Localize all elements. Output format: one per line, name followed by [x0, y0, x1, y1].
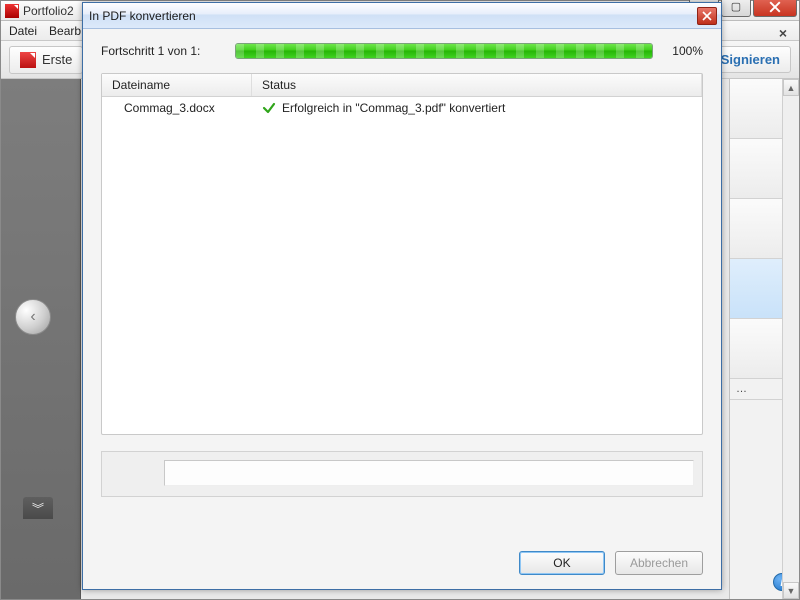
checkmark-icon — [262, 101, 276, 115]
menu-edit[interactable]: Bearb — [43, 22, 87, 40]
ok-label: OK — [553, 556, 570, 570]
options-label: … — [736, 383, 747, 395]
convert-to-pdf-dialog: In PDF konvertieren Fortschritt 1 von 1:… — [82, 2, 722, 590]
cell-status: Erfolgreich in "Commag_3.pdf" konvertier… — [262, 101, 692, 115]
progress-label: Fortschritt 1 von 1: — [101, 44, 221, 58]
document-close-icon[interactable]: × — [773, 23, 793, 43]
ok-button[interactable]: OK — [519, 551, 605, 575]
pdf-page-icon — [20, 52, 36, 68]
progress-bar — [235, 43, 653, 59]
cancel-label: Abbrechen — [630, 556, 688, 570]
create-pdf-button[interactable]: Erste — [9, 46, 83, 74]
scroll-up-icon[interactable]: ▲ — [783, 79, 799, 96]
dialog-title: In PDF konvertieren — [89, 9, 196, 23]
column-status[interactable]: Status — [252, 74, 702, 96]
sign-label: Signieren — [721, 52, 780, 67]
dialog-body: Fortschritt 1 von 1: 100% Dateiname Stat… — [83, 29, 721, 541]
chevron-left-icon: ‹ — [30, 308, 35, 326]
status-text: Erfolgreich in "Commag_3.pdf" konvertier… — [282, 101, 505, 115]
prev-page-button[interactable]: ‹ — [15, 299, 51, 335]
vertical-scrollbar[interactable]: ▲ ▼ — [782, 79, 799, 599]
maximize-button[interactable]: ▢ — [721, 0, 751, 17]
current-file-panel — [101, 451, 703, 497]
progress-percent: 100% — [667, 44, 703, 58]
adobe-pdf-icon — [5, 4, 19, 18]
dialog-close-button[interactable] — [697, 7, 717, 25]
maximize-icon: ▢ — [731, 0, 741, 13]
table-header: Dateiname Status — [102, 74, 702, 97]
close-button[interactable] — [753, 0, 797, 17]
current-file-progress — [164, 460, 694, 486]
dialog-titlebar[interactable]: In PDF konvertieren — [83, 3, 721, 29]
create-pdf-label: Erste — [42, 52, 72, 67]
conversion-table: Dateiname Status Commag_3.docx Erfolgrei… — [101, 73, 703, 435]
progress-row: Fortschritt 1 von 1: 100% — [101, 43, 703, 59]
column-filename[interactable]: Dateiname — [102, 74, 252, 96]
cell-filename: Commag_3.docx — [112, 101, 262, 115]
table-body: Commag_3.docx Erfolgreich in "Commag_3.p… — [102, 97, 702, 434]
dialog-buttons: OK Abbrechen — [83, 541, 721, 589]
chevron-double-down-icon: ︾ — [32, 500, 44, 517]
close-icon — [769, 1, 781, 13]
window-title: Portfolio2 — [23, 4, 74, 18]
scroll-down-icon[interactable]: ▼ — [783, 582, 799, 599]
progress-fill — [236, 44, 652, 58]
expand-sidebar-button[interactable]: ︾ — [23, 497, 53, 519]
menu-file[interactable]: Datei — [3, 22, 43, 40]
close-icon — [702, 11, 712, 21]
cancel-button: Abbrechen — [615, 551, 703, 575]
table-row[interactable]: Commag_3.docx Erfolgreich in "Commag_3.p… — [102, 97, 702, 119]
thumbnail-sidebar: ‹ ︾ — [1, 79, 81, 599]
